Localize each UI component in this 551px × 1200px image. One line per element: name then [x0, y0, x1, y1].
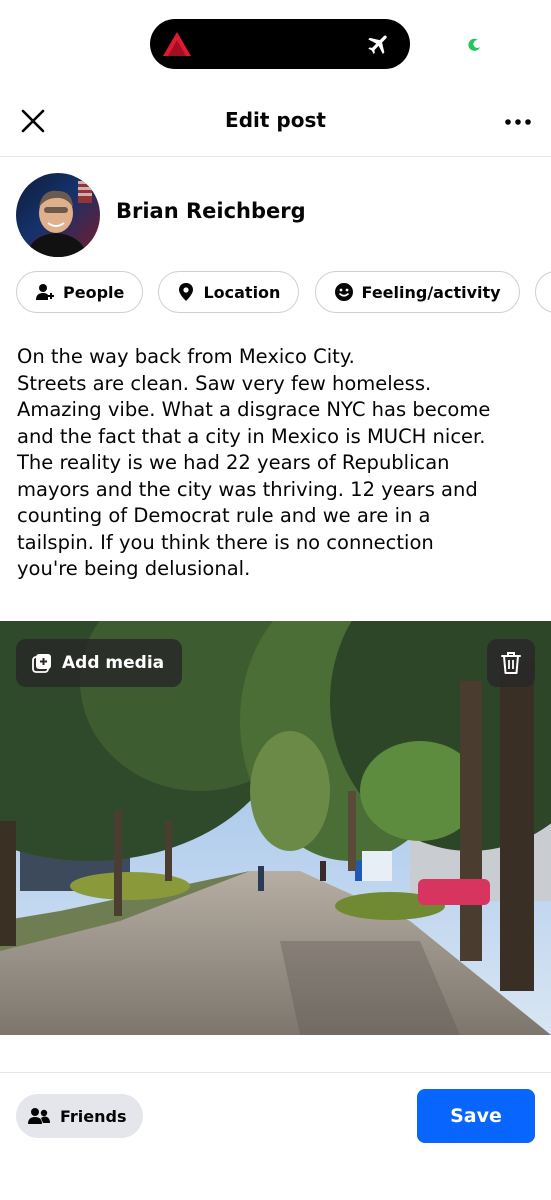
- airline-logo-icon: [163, 32, 191, 56]
- attached-photo: Add media: [0, 621, 551, 1035]
- bottom-bar: Friends Save: [0, 1072, 551, 1200]
- feeling-activity-chip[interactable]: Feeling/activity: [314, 271, 520, 313]
- friends-icon: [28, 1108, 50, 1124]
- person-add-icon: [36, 284, 54, 300]
- edit-post-screen: Edit post Brian Reichberg People Locatio…: [0, 0, 551, 1200]
- chip-label: Feeling/activity: [361, 282, 501, 302]
- delete-media-button[interactable]: [487, 639, 535, 687]
- more-options-chip[interactable]: [534, 271, 551, 313]
- save-button[interactable]: Save: [417, 1089, 535, 1143]
- tag-people-chip[interactable]: People: [16, 271, 144, 313]
- avatar-photo: [26, 181, 92, 257]
- status-indicator-icon: [468, 38, 480, 51]
- post-options-row: People Location Feeling/activity: [16, 271, 551, 317]
- audience-label: Friends: [60, 1106, 127, 1126]
- add-media-label: Add media: [62, 653, 165, 673]
- add-photo-icon: [32, 654, 51, 673]
- location-pin-icon: [179, 283, 194, 301]
- more-options-icon[interactable]: [503, 110, 533, 134]
- post-text-input[interactable]: On the way back from Mexico City. Street…: [17, 344, 537, 583]
- airplane-icon: [368, 35, 387, 54]
- dynamic-island: [150, 19, 410, 69]
- add-media-button[interactable]: Add media: [16, 639, 183, 687]
- location-chip[interactable]: Location: [158, 271, 300, 313]
- author-name: Brian Reichberg: [116, 199, 306, 223]
- smiley-icon: [334, 283, 353, 301]
- avatar: [16, 173, 100, 257]
- audience-selector[interactable]: Friends: [16, 1094, 143, 1138]
- top-bar: Edit post: [0, 88, 551, 157]
- chip-label: Location: [203, 282, 281, 302]
- chip-label: People: [63, 282, 125, 302]
- trash-icon: [501, 652, 521, 674]
- page-title: Edit post: [225, 108, 326, 132]
